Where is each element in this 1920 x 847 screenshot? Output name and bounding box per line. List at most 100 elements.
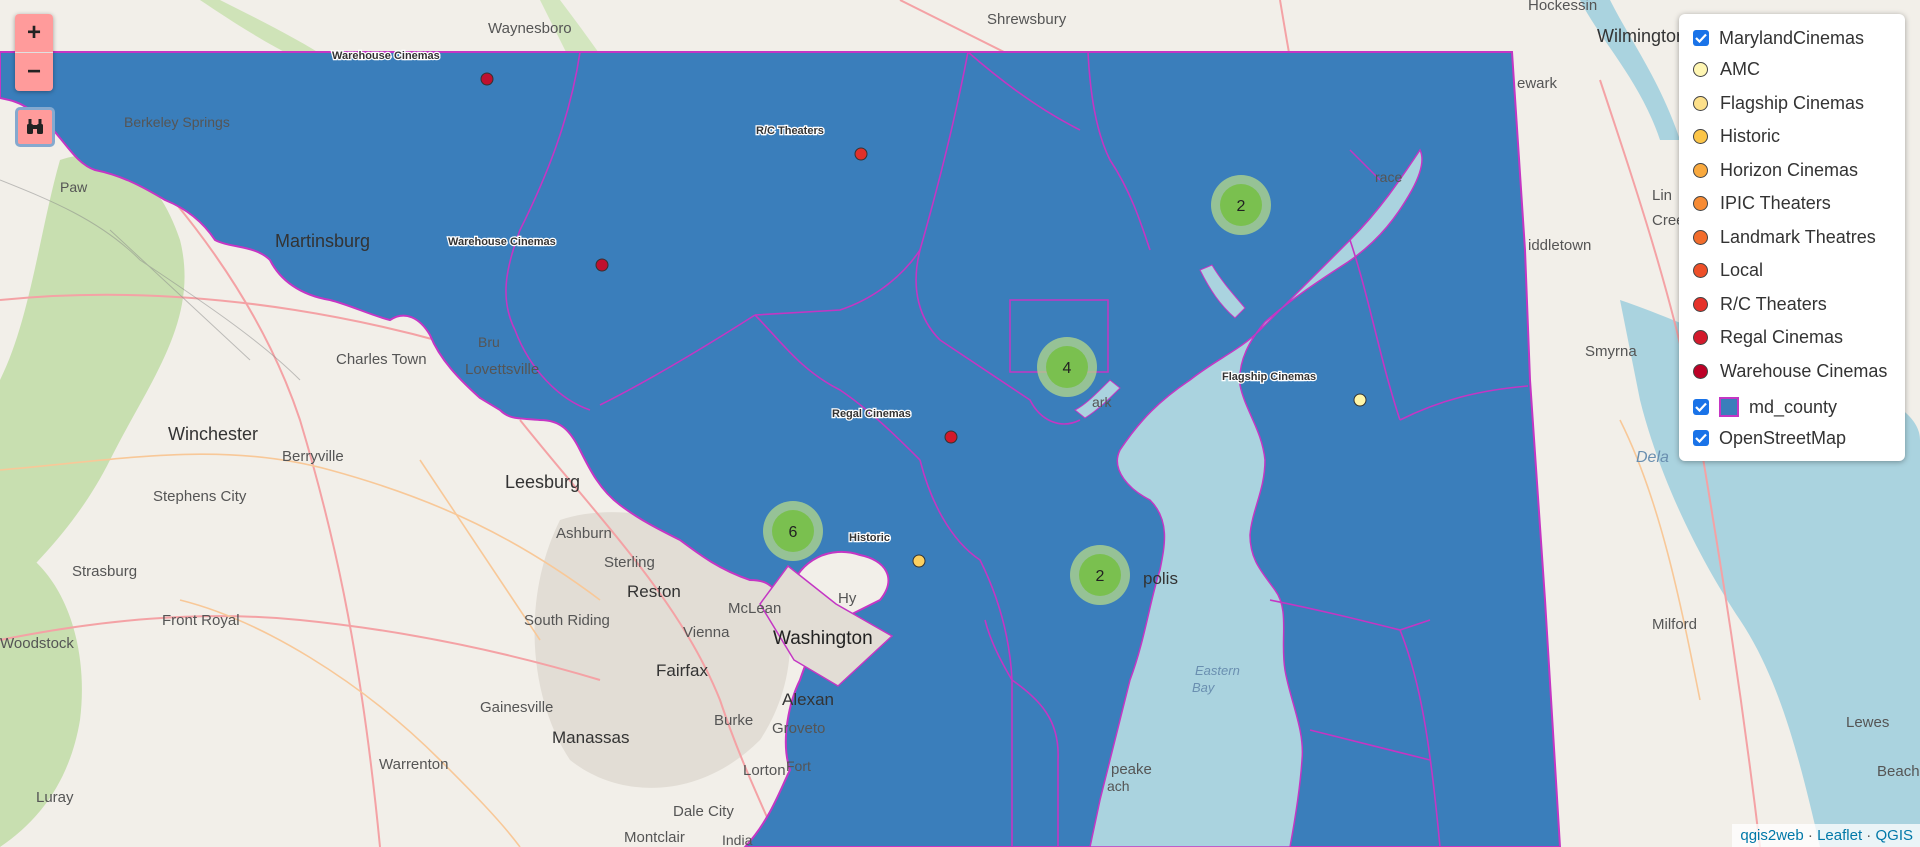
legend-item: Flagship Cinemas bbox=[1693, 88, 1864, 118]
place-label: Winchester bbox=[168, 424, 258, 444]
cinema-marker[interactable] bbox=[854, 147, 868, 161]
legend-item: R/C Theaters bbox=[1693, 289, 1827, 319]
marker-label: Flagship Cinemas bbox=[1222, 371, 1316, 383]
place-label: Lewes bbox=[1846, 714, 1889, 731]
place-label: Montclair bbox=[624, 829, 685, 846]
place-label: Sterling bbox=[604, 554, 655, 571]
marker-label: Warehouse Cinemas bbox=[448, 236, 556, 248]
place-label: McLean bbox=[728, 600, 781, 617]
zoom-in-button[interactable]: + bbox=[15, 14, 53, 52]
geocoder-button[interactable] bbox=[15, 107, 55, 147]
marker-label: Warehouse Cinemas bbox=[332, 50, 440, 62]
place-label: Warrenton bbox=[379, 756, 448, 773]
place-label: Vienna bbox=[683, 624, 730, 641]
legend-item: Warehouse Cinemas bbox=[1693, 356, 1887, 386]
legend-item: Landmark Theatres bbox=[1693, 222, 1876, 252]
circle-symbol-icon bbox=[1693, 329, 1708, 345]
place-label: iddletown bbox=[1528, 237, 1591, 254]
cinema-marker[interactable] bbox=[944, 430, 958, 444]
marker-cluster[interactable]: 2 bbox=[1070, 545, 1130, 605]
place-label: peake bbox=[1111, 761, 1152, 778]
place-label: Shrewsbury bbox=[987, 11, 1067, 28]
circle-symbol-icon bbox=[1693, 128, 1708, 144]
cinema-marker[interactable] bbox=[480, 72, 494, 86]
marker-cluster[interactable]: 6 bbox=[763, 501, 823, 561]
place-label: Eastern bbox=[1195, 663, 1240, 678]
place-label: Washington bbox=[773, 628, 873, 649]
cinema-marker[interactable] bbox=[912, 554, 926, 568]
cluster-count: 2 bbox=[1237, 198, 1246, 215]
circle-symbol-icon bbox=[1693, 229, 1708, 245]
place-label: ach bbox=[1107, 778, 1130, 794]
place-label: Gainesville bbox=[480, 699, 553, 716]
place-label: race bbox=[1375, 169, 1402, 185]
place-label: India bbox=[722, 832, 753, 847]
legend-label: Horizon Cinemas bbox=[1720, 159, 1859, 180]
place-label: polis bbox=[1143, 569, 1178, 588]
qgis2web-link[interactable]: qgis2web bbox=[1740, 827, 1803, 844]
place-label: Reston bbox=[627, 582, 681, 601]
circle-symbol-icon bbox=[1693, 363, 1708, 379]
place-label: Charles Town bbox=[336, 351, 427, 368]
legend-label: Flagship Cinemas bbox=[1720, 92, 1865, 113]
circle-symbol-icon bbox=[1693, 162, 1708, 178]
binoculars-icon bbox=[27, 119, 43, 134]
cinema-marker[interactable] bbox=[1353, 393, 1367, 407]
legend-item: Historic bbox=[1693, 121, 1780, 151]
legend-item: Local bbox=[1693, 255, 1763, 285]
marker-label: Regal Cinemas bbox=[832, 408, 911, 420]
place-label: Burke bbox=[714, 712, 753, 729]
marker-label: Historic bbox=[849, 532, 890, 544]
place-label: Stephens City bbox=[153, 488, 247, 505]
cinema-marker[interactable] bbox=[595, 258, 609, 272]
place-label: Bay bbox=[1192, 680, 1216, 695]
map-canvas[interactable]: Waynesboro Shrewsbury Hockessin Wilmingt… bbox=[0, 0, 1920, 847]
attribution-separator: · bbox=[1862, 827, 1876, 844]
marker-label: R/C Theaters bbox=[756, 125, 824, 137]
legend-layer-openstreetmap[interactable]: OpenStreetMap bbox=[1693, 423, 1846, 453]
legend-label: R/C Theaters bbox=[1720, 293, 1827, 314]
leaflet-link[interactable]: Leaflet bbox=[1817, 827, 1862, 844]
legend-item: AMC bbox=[1693, 54, 1760, 84]
checkbox-checked-icon[interactable] bbox=[1693, 30, 1709, 46]
legend-group-marylandcinemas[interactable]: MarylandCinemas bbox=[1693, 23, 1864, 53]
place-label: Lin bbox=[1652, 187, 1672, 204]
checkbox-checked-icon[interactable] bbox=[1693, 430, 1709, 446]
polygon-symbol-icon bbox=[1719, 397, 1739, 417]
legend-item: Regal Cinemas bbox=[1693, 322, 1843, 352]
attribution-separator: · bbox=[1803, 827, 1818, 844]
zoom-out-button[interactable]: − bbox=[15, 52, 53, 91]
marker-cluster[interactable]: 4 bbox=[1037, 337, 1097, 397]
place-label: Fort bbox=[786, 758, 811, 774]
place-label: Martinsburg bbox=[275, 231, 370, 251]
place-label: Bru bbox=[478, 334, 500, 350]
legend-label: MarylandCinemas bbox=[1719, 27, 1865, 48]
cluster-count: 6 bbox=[789, 524, 798, 541]
place-label: South Riding bbox=[524, 612, 610, 629]
place-label: Lorton bbox=[743, 762, 786, 779]
place-label: Berryville bbox=[282, 448, 344, 465]
legend-layer-md-county[interactable]: md_county bbox=[1693, 392, 1837, 422]
legend-item: Horizon Cinemas bbox=[1693, 155, 1858, 185]
place-label: Dela bbox=[1636, 449, 1669, 466]
legend-label: OpenStreetMap bbox=[1719, 427, 1847, 448]
circle-symbol-icon bbox=[1693, 262, 1708, 278]
place-label: Beach bbox=[1877, 763, 1920, 780]
place-label: Wilmington bbox=[1597, 26, 1686, 46]
legend-label: AMC bbox=[1720, 58, 1760, 79]
place-label: Manassas bbox=[552, 728, 629, 747]
place-label: Leesburg bbox=[505, 472, 580, 492]
layer-control: MarylandCinemas AMC Flagship Cinemas His… bbox=[1679, 14, 1905, 461]
place-label: Hy bbox=[838, 590, 857, 607]
place-label: Dale City bbox=[673, 803, 734, 820]
place-label: Groveto bbox=[772, 720, 825, 737]
checkbox-checked-icon[interactable] bbox=[1693, 399, 1709, 415]
place-label: Waynesboro bbox=[488, 20, 572, 37]
place-label: Milford bbox=[1652, 616, 1697, 633]
place-label: Lovettsville bbox=[465, 361, 539, 378]
circle-symbol-icon bbox=[1693, 95, 1708, 111]
place-label: Front Royal bbox=[162, 612, 240, 629]
marker-cluster[interactable]: 2 bbox=[1211, 175, 1271, 235]
qgis-link[interactable]: QGIS bbox=[1875, 827, 1913, 844]
cluster-count: 2 bbox=[1096, 568, 1105, 585]
